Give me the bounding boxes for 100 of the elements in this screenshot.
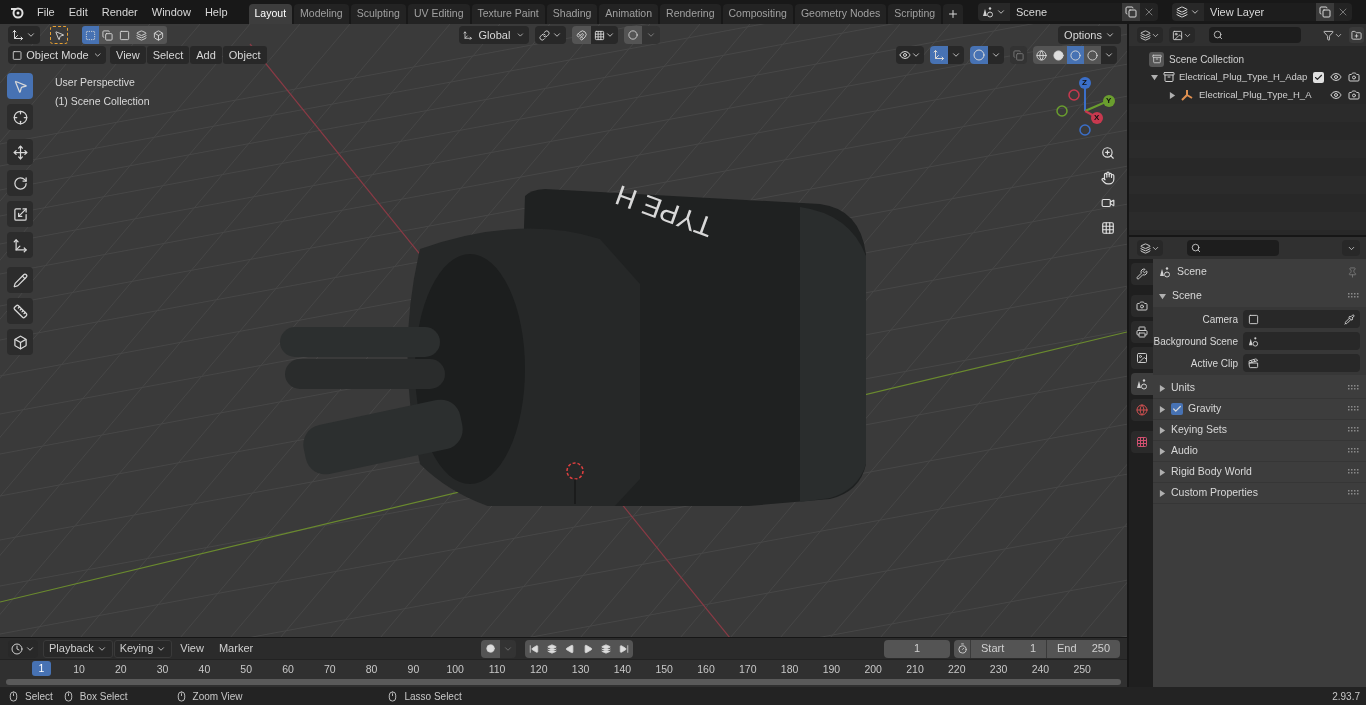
workspace-tab[interactable]: Animation xyxy=(599,4,659,24)
visibility-icon[interactable] xyxy=(1330,89,1342,101)
preview-range-button[interactable] xyxy=(954,639,970,658)
exclude-checkbox[interactable] xyxy=(1313,71,1324,83)
expand-arrow-icon[interactable] xyxy=(1159,292,1166,300)
workspace-tab[interactable]: Compositing xyxy=(722,4,793,24)
tool-button[interactable] xyxy=(7,201,33,227)
display-mode-dropdown[interactable] xyxy=(1137,27,1163,43)
render-visibility-icon[interactable] xyxy=(1348,71,1360,83)
transform-pivot-button[interactable] xyxy=(8,26,40,44)
tool-button[interactable] xyxy=(7,267,33,293)
menu-item[interactable]: Window xyxy=(144,2,198,22)
expand-arrow-icon[interactable] xyxy=(1159,384,1166,392)
outliner-item-name[interactable]: Scene Collection xyxy=(1169,51,1245,67)
workspace-tab[interactable]: Layout xyxy=(248,4,293,24)
shading-mode-button[interactable] xyxy=(1033,46,1050,64)
mode-dropdown[interactable]: Object Mode xyxy=(8,46,106,64)
close-button[interactable] xyxy=(1140,3,1158,21)
panel-title[interactable]: Gravity xyxy=(1188,401,1222,417)
expand-arrow-icon[interactable] xyxy=(1151,73,1158,81)
jump-end-button[interactable] xyxy=(615,639,633,658)
selection-mode-button[interactable] xyxy=(82,26,99,44)
panel-title[interactable]: Keying Sets xyxy=(1171,422,1228,438)
gizmo-toggle[interactable] xyxy=(930,46,948,64)
panel-title[interactable]: Audio xyxy=(1171,443,1198,459)
visibility-dropdown[interactable] xyxy=(896,46,924,64)
start-frame-field[interactable]: Start 1 xyxy=(970,639,1046,658)
panel-title[interactable]: Scene xyxy=(1172,288,1202,304)
selection-mode-button[interactable] xyxy=(99,26,116,44)
workspace-tab[interactable]: Scripting xyxy=(888,4,942,24)
clip-field[interactable] xyxy=(1243,354,1360,372)
proportional-edit-button[interactable] xyxy=(624,26,642,44)
menu-item[interactable]: Edit xyxy=(61,2,95,22)
scene-browse-button[interactable] xyxy=(978,3,1010,21)
viewport-menu[interactable]: Add xyxy=(190,46,222,64)
tool-button[interactable] xyxy=(7,170,33,196)
eyedropper-icon[interactable] xyxy=(1344,313,1355,325)
new-collection-button[interactable] xyxy=(1349,27,1364,43)
copy-button[interactable] xyxy=(1122,3,1140,21)
shading-mode-button[interactable] xyxy=(1050,46,1067,64)
panel-title[interactable]: Rigid Body World xyxy=(1171,464,1252,480)
properties-tab[interactable] xyxy=(1131,373,1153,395)
search-field[interactable] xyxy=(1187,240,1279,256)
search-field[interactable] xyxy=(1209,27,1301,43)
timeline-dropdown[interactable]: Playback xyxy=(43,639,113,658)
xray-toggle[interactable] xyxy=(1010,46,1027,64)
viewport-menu[interactable]: Select xyxy=(146,46,190,64)
options-dropdown[interactable]: Options xyxy=(1058,26,1121,44)
timeline-dropdown[interactable]: Keying xyxy=(113,639,173,658)
panel-title[interactable]: Units xyxy=(1171,380,1195,396)
workspace-tab[interactable]: Sculpting xyxy=(350,4,406,24)
view-layer-name-field[interactable]: View Layer xyxy=(1204,3,1316,21)
workspace-tab[interactable]: Texture Paint xyxy=(471,4,545,24)
current-frame-field[interactable]: 1 xyxy=(884,639,950,658)
scene-name-field[interactable]: Scene xyxy=(1010,3,1122,21)
workspace-tab[interactable]: Shading xyxy=(546,4,598,24)
camera-field[interactable] xyxy=(1243,310,1360,328)
panel-title[interactable]: Custom Properties xyxy=(1171,485,1258,501)
editor-type-button[interactable] xyxy=(1137,240,1163,256)
scene-field[interactable] xyxy=(1243,332,1360,350)
menu-item[interactable]: Render xyxy=(94,2,145,22)
view-layer-browse-button[interactable] xyxy=(1172,3,1204,21)
render-visibility-icon[interactable] xyxy=(1348,89,1360,101)
properties-tab[interactable] xyxy=(1131,347,1153,369)
playhead-frame[interactable]: 1 xyxy=(32,661,51,676)
panel-checkbox[interactable] xyxy=(1171,403,1183,415)
visibility-icon[interactable] xyxy=(1330,71,1342,83)
workspace-tab[interactable]: Rendering xyxy=(660,4,721,24)
shading-mode-button[interactable] xyxy=(1084,46,1101,64)
tool-button[interactable] xyxy=(7,298,33,324)
overlay-toggle[interactable] xyxy=(970,46,988,64)
outliner-item-name[interactable]: Electrical_Plug_Type_H_A xyxy=(1199,87,1312,103)
tool-button[interactable] xyxy=(7,104,33,130)
record-button[interactable] xyxy=(481,639,500,658)
workspace-tab[interactable]: Modeling xyxy=(294,4,349,24)
jump-start-button[interactable] xyxy=(525,639,543,658)
close-button[interactable] xyxy=(1334,3,1352,21)
timeline-menu[interactable]: Marker xyxy=(211,639,261,658)
expand-arrow-icon[interactable] xyxy=(1159,489,1166,497)
selection-mode-button[interactable] xyxy=(150,26,167,44)
end-frame-field[interactable]: End 250 xyxy=(1046,639,1120,658)
workspace-tab[interactable]: UV Editing xyxy=(407,4,470,24)
pivot-dropdown[interactable] xyxy=(535,26,566,44)
snap-button[interactable] xyxy=(572,26,591,44)
add-workspace-button[interactable] xyxy=(943,4,964,24)
orientation-dropdown[interactable]: Global xyxy=(459,26,529,44)
timeline-scrollbar[interactable] xyxy=(6,679,1121,685)
expand-arrow-icon[interactable] xyxy=(1159,468,1166,476)
menu-item[interactable]: Help xyxy=(197,2,235,22)
copy-button[interactable] xyxy=(1316,3,1334,21)
menu-item[interactable]: File xyxy=(30,2,62,22)
properties-tab[interactable] xyxy=(1131,295,1153,317)
timeline-menu[interactable]: View xyxy=(173,639,211,658)
expand-arrow-icon[interactable] xyxy=(1159,447,1166,455)
select-tool-button[interactable] xyxy=(50,26,68,44)
snap-target-dropdown[interactable] xyxy=(591,26,618,44)
expand-arrow-icon[interactable] xyxy=(1159,405,1166,413)
tool-button[interactable] xyxy=(7,329,33,355)
expand-arrow-icon[interactable] xyxy=(1169,91,1176,99)
filter-view-dropdown[interactable] xyxy=(1169,27,1195,43)
